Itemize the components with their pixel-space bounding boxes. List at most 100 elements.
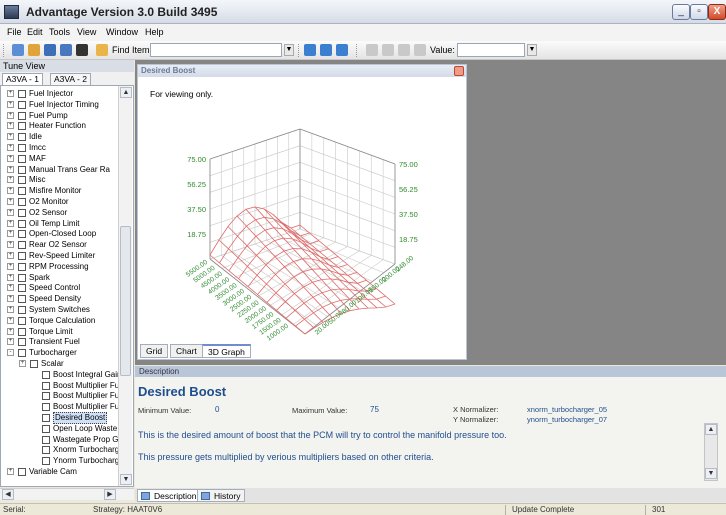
- tab-description[interactable]: Description: [137, 489, 202, 502]
- menu-file[interactable]: File: [7, 27, 22, 37]
- tree-checkbox[interactable]: [18, 144, 26, 152]
- tree-checkbox[interactable]: [18, 230, 26, 239]
- scroll-down-arrow-icon[interactable]: ▼: [120, 474, 132, 485]
- tab-history[interactable]: History: [197, 489, 246, 502]
- link-icon[interactable]: [336, 44, 348, 56]
- open-folder-icon[interactable]: [28, 44, 40, 56]
- tree-checkbox[interactable]: [42, 446, 50, 455]
- expand-icon[interactable]: +: [7, 165, 14, 173]
- expand-icon[interactable]: +: [7, 306, 14, 313]
- tab-a3va-1[interactable]: A3VA - 1: [2, 73, 43, 85]
- close-button[interactable]: X: [708, 4, 726, 20]
- chip-icon[interactable]: [76, 44, 88, 56]
- tree-vertical-scrollbar[interactable]: ▲ ▼: [118, 86, 132, 486]
- expand-icon[interactable]: +: [7, 90, 14, 97]
- tree-checkbox[interactable]: [42, 435, 50, 444]
- expand-icon[interactable]: +: [7, 252, 14, 259]
- tree-checkbox[interactable]: [18, 90, 26, 98]
- save-icon[interactable]: [44, 44, 56, 56]
- tree-checkbox[interactable]: [18, 327, 26, 336]
- tree-checkbox[interactable]: [18, 262, 26, 271]
- scroll-up-arrow-icon[interactable]: ▲: [120, 87, 132, 98]
- interpolate-icon[interactable]: [398, 44, 410, 56]
- menu-help[interactable]: Help: [145, 27, 164, 37]
- new-file-icon[interactable]: [12, 44, 24, 56]
- collapse-icon[interactable]: -: [7, 349, 14, 357]
- compare-icon[interactable]: [304, 44, 316, 56]
- expand-icon[interactable]: +: [7, 133, 14, 141]
- tab-a3va-2[interactable]: A3VA - 2: [50, 73, 91, 85]
- find-folder-icon[interactable]: [96, 44, 108, 56]
- graph-window-close-icon[interactable]: [454, 66, 464, 76]
- expand-icon[interactable]: +: [7, 295, 14, 303]
- expand-icon[interactable]: +: [7, 154, 14, 162]
- tree-checkbox[interactable]: [30, 360, 38, 368]
- expand-icon[interactable]: +: [7, 122, 14, 130]
- tree-checkbox[interactable]: [42, 381, 50, 390]
- tree-scroll-thumb[interactable]: [120, 226, 131, 376]
- tree-checkbox[interactable]: [18, 176, 26, 185]
- expand-icon[interactable]: +: [7, 273, 14, 281]
- tree-horizontal-scrollbar[interactable]: ◀ ▶: [0, 488, 134, 500]
- expand-icon[interactable]: +: [7, 219, 14, 227]
- menu-tools[interactable]: Tools: [49, 27, 70, 37]
- tree-checkbox[interactable]: [18, 273, 26, 282]
- minimize-button[interactable]: _: [672, 4, 690, 20]
- menu-edit[interactable]: Edit: [27, 27, 43, 37]
- tree-checkbox[interactable]: [18, 295, 26, 304]
- description-scrollbar[interactable]: ▲ ▼: [704, 423, 718, 481]
- 3d-surface-graph[interactable]: 75.00 75.00 56.25 56.25 37.50 37.50 18.75 18.75…: [140, 79, 466, 341]
- scroll-right-arrow-icon[interactable]: ▶: [104, 489, 116, 500]
- tree-checkbox[interactable]: [18, 198, 26, 206]
- tree-checkbox[interactable]: [18, 468, 26, 476]
- expand-icon[interactable]: +: [7, 316, 14, 324]
- multiply-icon[interactable]: [414, 44, 426, 56]
- save-all-icon[interactable]: [60, 44, 72, 56]
- tree-checkbox[interactable]: [18, 219, 26, 228]
- expand-icon[interactable]: +: [7, 327, 14, 335]
- tree-checkbox[interactable]: [18, 306, 26, 314]
- expand-icon[interactable]: +: [19, 360, 26, 367]
- find-item-input[interactable]: [150, 43, 282, 57]
- expand-icon[interactable]: +: [7, 241, 14, 249]
- expand-icon[interactable]: +: [7, 262, 14, 270]
- tree-checkbox[interactable]: [18, 100, 26, 109]
- expand-icon[interactable]: +: [7, 198, 14, 205]
- tree-checkbox[interactable]: [18, 208, 26, 217]
- tab-3d-graph[interactable]: 3D Graph: [202, 344, 251, 358]
- tree-checkbox[interactable]: [42, 457, 50, 466]
- expand-icon[interactable]: +: [7, 100, 14, 108]
- expand-icon[interactable]: +: [7, 284, 14, 292]
- maximize-button[interactable]: ▫: [690, 4, 708, 20]
- menu-view[interactable]: View: [77, 27, 96, 37]
- tree-checkbox[interactable]: [42, 414, 50, 422]
- expand-icon[interactable]: +: [7, 111, 14, 119]
- tree-checkbox[interactable]: [18, 122, 26, 131]
- expand-icon[interactable]: +: [7, 208, 14, 216]
- add-icon[interactable]: [366, 44, 378, 56]
- expand-icon[interactable]: +: [7, 338, 14, 346]
- value-dropdown[interactable]: ▼: [527, 44, 537, 56]
- tree-checkbox[interactable]: [42, 424, 50, 433]
- tree-checkbox[interactable]: [18, 133, 26, 142]
- tree-checkbox[interactable]: [18, 241, 26, 250]
- compare-alt-icon[interactable]: [320, 44, 332, 56]
- tree-checkbox[interactable]: [18, 316, 26, 325]
- expand-icon[interactable]: +: [7, 176, 14, 184]
- expand-icon[interactable]: +: [7, 230, 14, 238]
- tree-checkbox[interactable]: [42, 403, 50, 412]
- value-input[interactable]: [457, 43, 525, 57]
- tree-checkbox[interactable]: [18, 284, 26, 293]
- expand-icon[interactable]: +: [7, 144, 14, 151]
- tab-chart[interactable]: Chart: [170, 344, 203, 358]
- find-item-dropdown[interactable]: ▼: [284, 44, 294, 56]
- tree-checkbox[interactable]: [42, 370, 50, 379]
- tree-checkbox[interactable]: [18, 154, 26, 163]
- scroll-left-arrow-icon[interactable]: ◀: [2, 489, 14, 500]
- desc-scroll-up-icon[interactable]: ▲: [705, 424, 717, 435]
- tree-checkbox[interactable]: [18, 349, 26, 358]
- tree-checkbox[interactable]: [18, 338, 26, 347]
- tree-checkbox[interactable]: [42, 392, 50, 401]
- expand-icon[interactable]: +: [7, 187, 14, 195]
- menu-window[interactable]: Window: [106, 27, 138, 37]
